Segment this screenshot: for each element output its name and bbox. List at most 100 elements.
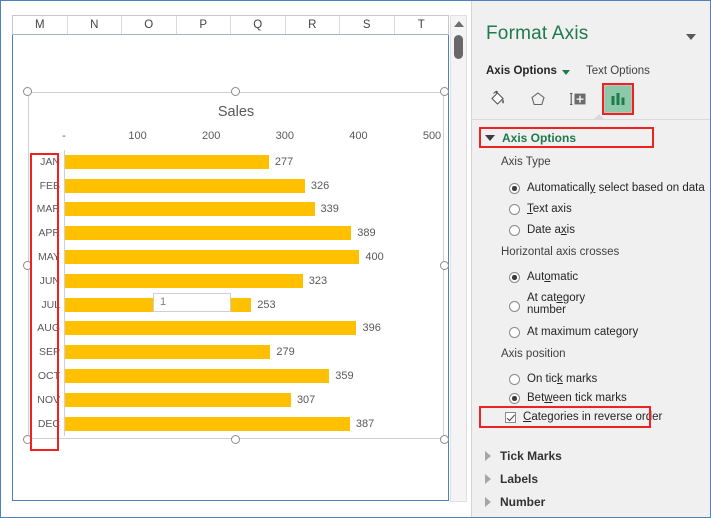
selection-handle-top-right[interactable] bbox=[440, 87, 449, 96]
selection-handle-middle-left[interactable] bbox=[23, 260, 32, 270]
bar-apr[interactable] bbox=[65, 226, 352, 241]
bar-nov[interactable] bbox=[65, 392, 291, 407]
category-label-nov[interactable]: NOV bbox=[28, 388, 64, 412]
radio-at-category-number[interactable]: At category number bbox=[509, 292, 604, 316]
at-category-number-input[interactable]: 1 bbox=[153, 293, 231, 312]
column-header-r[interactable]: R bbox=[286, 16, 340, 34]
bar-value-feb: 326 bbox=[310, 179, 330, 192]
column-header-t[interactable]: T bbox=[395, 16, 449, 34]
category-label-oct[interactable]: OCT bbox=[28, 364, 64, 388]
bar-feb[interactable] bbox=[65, 178, 305, 193]
radio-indicator[interactable] bbox=[509, 225, 520, 236]
tab-axis-options[interactable]: Axis Options bbox=[486, 65, 570, 77]
radio-indicator[interactable] bbox=[509, 301, 520, 312]
radio-indicator[interactable] bbox=[509, 183, 520, 194]
size-properties-icon[interactable] bbox=[564, 85, 592, 113]
bar-oct[interactable] bbox=[65, 369, 330, 384]
selection-handle-bottom-right[interactable] bbox=[440, 435, 449, 444]
radio-label-automatically-select: Automatically select based on data bbox=[527, 182, 705, 194]
column-header-s[interactable]: S bbox=[340, 16, 395, 34]
section-axis-options[interactable]: Axis Options bbox=[485, 131, 576, 145]
bar-aug[interactable] bbox=[65, 321, 357, 336]
tab-axis-options-label: Axis Options bbox=[486, 65, 557, 77]
radio-indicator[interactable] bbox=[509, 272, 520, 283]
radio-at-maximum-category[interactable]: At maximum category bbox=[509, 326, 638, 338]
tab-text-options[interactable]: Text Options bbox=[586, 65, 650, 77]
triangle-right-icon[interactable] bbox=[485, 474, 491, 484]
chevron-down-icon-small[interactable] bbox=[561, 69, 570, 75]
category-label-may[interactable]: MAY bbox=[28, 245, 64, 269]
bar-may[interactable] bbox=[65, 250, 360, 265]
selection-handle-middle-right[interactable] bbox=[440, 260, 449, 270]
checkbox-indicator[interactable] bbox=[505, 412, 516, 423]
bar-jan[interactable] bbox=[65, 154, 269, 169]
column-header-m[interactable]: M bbox=[13, 16, 68, 34]
triangle-down-icon[interactable] bbox=[485, 135, 495, 141]
fill-icon[interactable] bbox=[484, 85, 512, 113]
selection-handle-top-center[interactable] bbox=[231, 87, 240, 96]
selected-icon-caret bbox=[593, 114, 605, 120]
selection-handle-bottom-left[interactable] bbox=[23, 435, 32, 444]
bar-dec[interactable] bbox=[65, 416, 350, 431]
scroll-up-arrow-icon[interactable] bbox=[453, 21, 464, 27]
section-number[interactable]: Number bbox=[485, 495, 545, 509]
scrollbar-thumb[interactable] bbox=[454, 35, 463, 59]
axis-options-chart-icon[interactable] bbox=[604, 85, 632, 113]
radio-indicator[interactable] bbox=[509, 393, 520, 404]
column-header-p[interactable]: P bbox=[177, 16, 231, 34]
radio-label-at-category-number: At category number bbox=[527, 292, 586, 316]
chart-row: MAY 400 bbox=[28, 245, 444, 269]
vertical-scrollbar[interactable] bbox=[450, 15, 467, 502]
category-label-aug[interactable]: AUG bbox=[28, 317, 64, 341]
column-header-n[interactable]: N bbox=[68, 16, 122, 34]
radio-automatic[interactable]: Automatic bbox=[509, 271, 578, 283]
chart-row: AUG 396 bbox=[28, 317, 444, 341]
chevron-down-icon[interactable] bbox=[686, 34, 696, 40]
radio-text-axis[interactable]: Text axis bbox=[509, 203, 572, 215]
category-label-feb[interactable]: FEB bbox=[28, 174, 64, 198]
category-label-jul[interactable]: JUL bbox=[28, 293, 64, 317]
radio-date-axis[interactable]: Date axis bbox=[509, 224, 575, 236]
column-header-o[interactable]: O bbox=[122, 16, 177, 34]
bar-mar[interactable] bbox=[65, 202, 315, 217]
radio-indicator[interactable] bbox=[509, 327, 520, 338]
chart-row: NOV 307 bbox=[28, 388, 444, 412]
bar-value-oct: 359 bbox=[335, 370, 354, 383]
triangle-right-icon[interactable] bbox=[485, 451, 491, 461]
bar-track: 396 bbox=[65, 317, 432, 341]
selection-handle-bottom-center[interactable] bbox=[231, 435, 240, 444]
chart-row: JUN 323 bbox=[28, 269, 444, 293]
column-header-q[interactable]: Q bbox=[231, 16, 286, 34]
category-label-dec[interactable]: DEC bbox=[28, 412, 64, 436]
category-label-sep[interactable]: SEP bbox=[28, 340, 64, 364]
chart-row: JAN 277 bbox=[28, 150, 444, 174]
radio-automatically-select[interactable]: Automatically select based on data bbox=[509, 182, 705, 194]
group-label-axis-type: Axis Type bbox=[501, 156, 551, 168]
sales-bar-chart[interactable]: Sales - 100 200 300 400 500 JAN 277 FEB 326 MAR 33… bbox=[23, 87, 449, 444]
bar-track: 323 bbox=[65, 269, 432, 293]
radio-indicator[interactable] bbox=[509, 374, 520, 385]
radio-label-date-axis: Date axis bbox=[527, 224, 575, 236]
radio-indicator[interactable] bbox=[509, 204, 520, 215]
bar-sep[interactable] bbox=[65, 345, 271, 360]
section-tick-marks[interactable]: Tick Marks bbox=[485, 449, 562, 463]
category-label-mar[interactable]: MAR bbox=[28, 198, 64, 222]
triangle-right-icon[interactable] bbox=[485, 497, 491, 507]
chart-title[interactable]: Sales bbox=[28, 104, 444, 120]
value-axis-tick-labels[interactable]: - 100 200 300 400 500 bbox=[62, 130, 441, 146]
bar-jun[interactable] bbox=[65, 273, 303, 288]
value-axis-tick-0: - bbox=[62, 130, 66, 142]
category-label-jan[interactable]: JAN bbox=[28, 150, 64, 174]
effects-icon[interactable] bbox=[524, 85, 552, 113]
checkbox-categories-in-reverse-order[interactable]: Categories in reverse order bbox=[505, 411, 662, 423]
radio-label-at-maximum-category: At maximum category bbox=[527, 326, 639, 338]
section-tick-marks-label: Tick Marks bbox=[500, 449, 562, 463]
radio-on-tick-marks[interactable]: On tick marks bbox=[509, 373, 597, 385]
radio-between-tick-marks[interactable]: Between tick marks bbox=[509, 392, 627, 404]
category-label-jun[interactable]: JUN bbox=[28, 269, 64, 293]
category-label-apr[interactable]: APR bbox=[28, 221, 64, 245]
section-labels[interactable]: Labels bbox=[485, 472, 538, 486]
radio-label-automatic: Automatic bbox=[527, 271, 579, 283]
selection-handle-top-left[interactable] bbox=[23, 87, 32, 96]
panel-divider bbox=[471, 119, 710, 120]
